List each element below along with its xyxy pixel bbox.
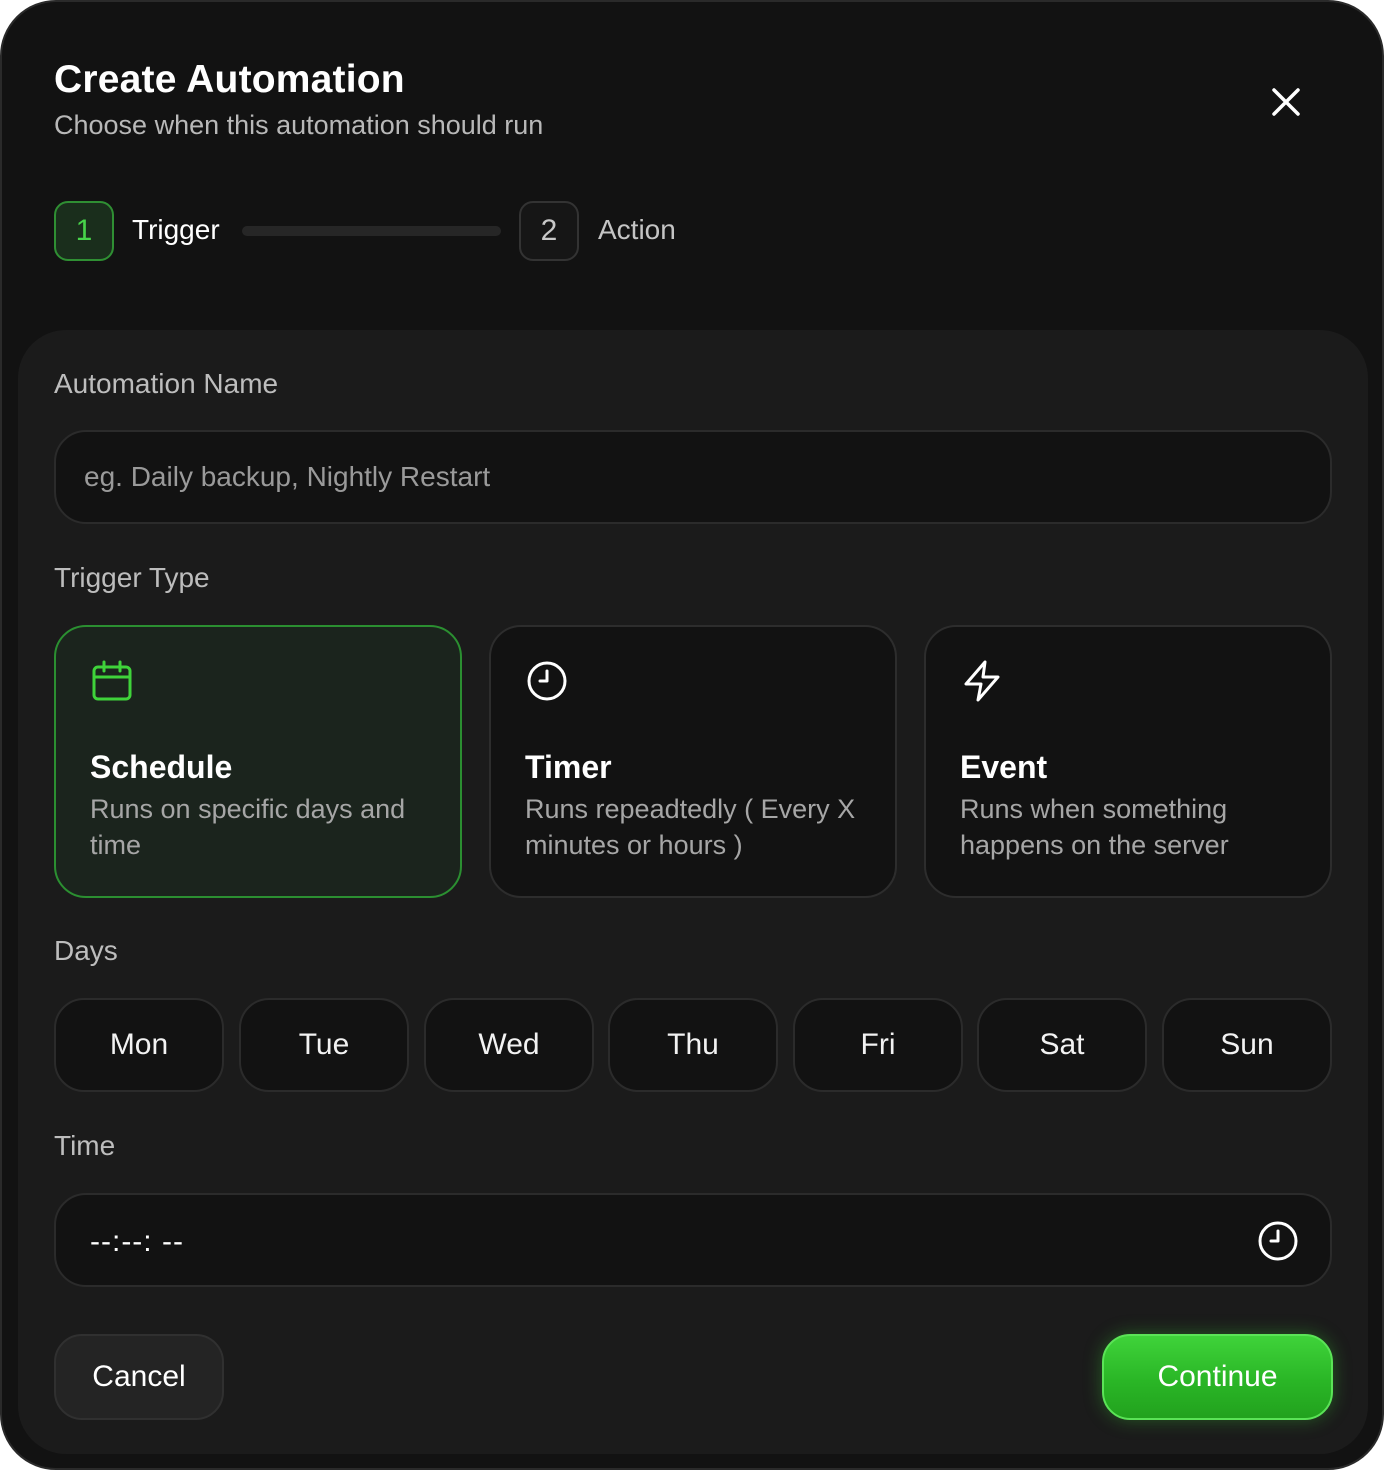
step-2-label: Action <box>598 214 676 245</box>
continue-button[interactable]: Continue <box>1102 1334 1333 1420</box>
day-button-sat[interactable]: Sat <box>977 998 1147 1092</box>
trigger-option-title: Event <box>960 749 1048 785</box>
close-button[interactable] <box>1258 74 1314 130</box>
days-label: Days <box>54 935 118 966</box>
trigger-option-title: Schedule <box>90 749 233 785</box>
automation-name-label: Automation Name <box>54 368 279 399</box>
step-connector <box>242 226 501 236</box>
create-automation-modal: Create Automation Choose when this autom… <box>0 0 1384 1470</box>
time-value: --:--: -- <box>90 1225 184 1258</box>
day-button-fri[interactable]: Fri <box>793 998 963 1092</box>
day-button-sun[interactable]: Sun <box>1162 998 1332 1092</box>
trigger-option-schedule[interactable]: Schedule Runs on specific days and time <box>54 625 462 898</box>
modal-subtitle: Choose when this automation should run <box>54 110 544 140</box>
clock-icon <box>527 661 567 701</box>
trigger-option-description: Runs on specific days and time <box>90 794 406 860</box>
trigger-option-event[interactable]: Event Runs when something happens on the… <box>924 625 1332 898</box>
trigger-option-title: Timer <box>525 749 612 785</box>
trigger-option-timer[interactable]: Timer Runs repeadtedly ( Every X minutes… <box>489 625 897 898</box>
trigger-option-description: Runs when something happens on the serve… <box>960 794 1229 860</box>
lightning-icon <box>964 660 1000 702</box>
trigger-option-description: Runs repeadtedly ( Every X minutes or ho… <box>525 794 856 860</box>
time-input[interactable]: --:--: -- <box>54 1193 1332 1287</box>
step-2-badge: 2 <box>519 201 579 261</box>
close-icon <box>1272 88 1300 116</box>
day-button-tue[interactable]: Tue <box>239 998 409 1092</box>
day-button-wed[interactable]: Wed <box>424 998 594 1092</box>
step-1-label: Trigger <box>132 214 220 245</box>
step-1-badge: 1 <box>54 201 114 261</box>
day-button-mon[interactable]: Mon <box>54 998 224 1092</box>
cancel-button[interactable]: Cancel <box>54 1334 224 1420</box>
trigger-type-label: Trigger Type <box>54 562 210 593</box>
calendar-icon <box>92 660 132 701</box>
automation-name-input[interactable] <box>54 430 1332 524</box>
time-picker-clock-icon[interactable] <box>1256 1219 1300 1263</box>
form-panel: Automation Name Trigger Type Schedule Ru… <box>18 330 1368 1454</box>
time-label: Time <box>54 1130 116 1161</box>
day-button-thu[interactable]: Thu <box>608 998 778 1092</box>
modal-title: Create Automation <box>54 58 405 101</box>
